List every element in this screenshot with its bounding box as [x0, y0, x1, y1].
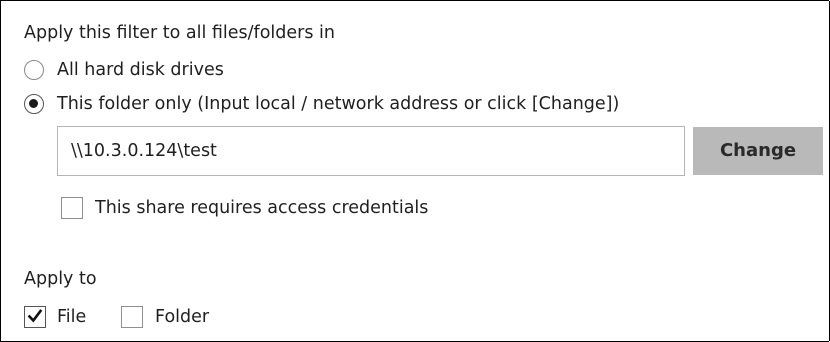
this-folder-only-radio[interactable]: [24, 94, 44, 114]
this-folder-only-label[interactable]: This folder only (Input local / network …: [57, 93, 619, 115]
filter-scope-heading: Apply this filter to all files/folders i…: [24, 23, 335, 43]
folder-path-input[interactable]: [57, 126, 685, 176]
all-hard-disk-drives-radio[interactable]: [24, 60, 44, 80]
access-credentials-checkbox[interactable]: [61, 197, 83, 219]
checkmark-icon: [27, 309, 43, 323]
all-hard-disk-drives-label[interactable]: All hard disk drives: [57, 59, 224, 81]
change-button[interactable]: Change: [693, 127, 823, 175]
folder-checkbox[interactable]: [121, 306, 143, 328]
access-credentials-label[interactable]: This share requires access credentials: [95, 197, 428, 219]
folder-checkbox-label[interactable]: Folder: [155, 306, 209, 328]
file-checkbox-label[interactable]: File: [57, 306, 86, 328]
radio-selected-dot: [29, 99, 38, 108]
file-checkbox[interactable]: [24, 306, 46, 328]
apply-to-heading: Apply to: [24, 269, 97, 289]
